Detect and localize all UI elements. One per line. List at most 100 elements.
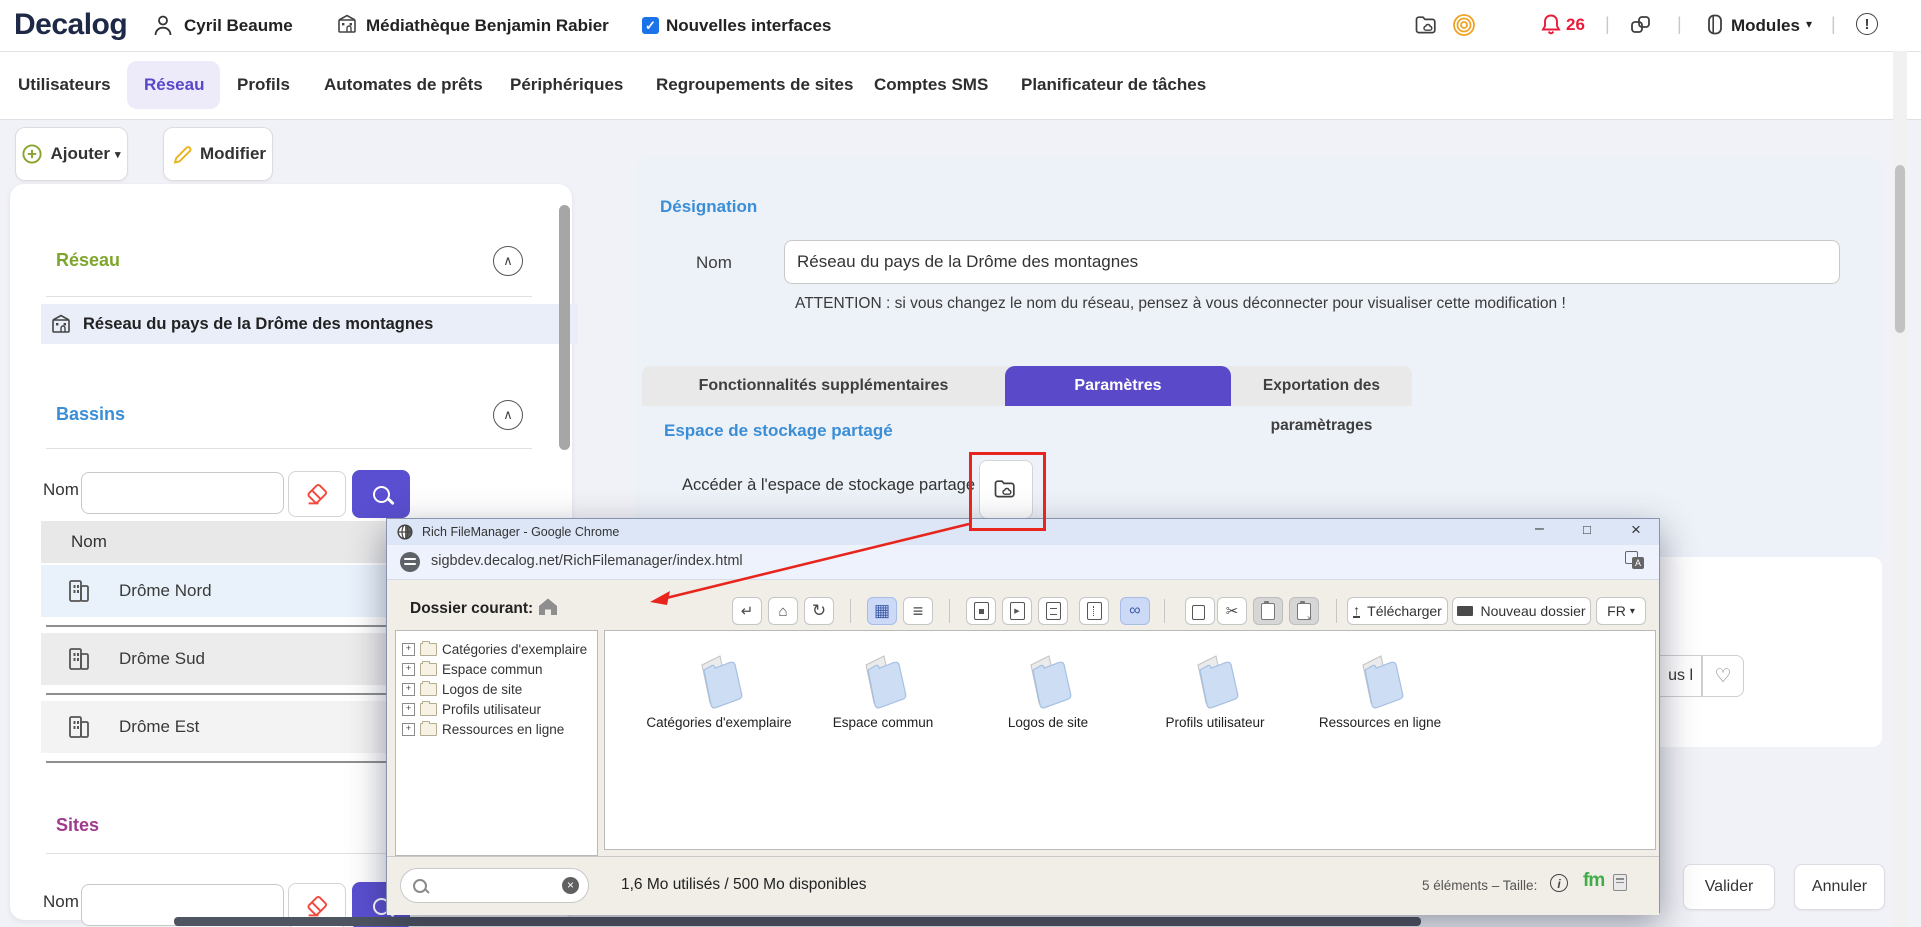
- new-folder-button[interactable]: Nouveau dossier: [1452, 597, 1591, 625]
- telecharger-button[interactable]: ↑ Télécharger: [1347, 597, 1448, 625]
- expand-icon[interactable]: +: [402, 723, 415, 736]
- validate-button[interactable]: Valider: [1683, 864, 1775, 910]
- cut-button[interactable]: ✂: [1217, 597, 1247, 625]
- minimize-button[interactable]: –: [1535, 520, 1544, 538]
- network-selected-item[interactable]: Réseau du pays de la Drôme des montagnes: [41, 304, 578, 344]
- window-title: Rich FileManager - Google Chrome: [422, 525, 619, 539]
- filemanager-search-input[interactable]: ×: [400, 868, 589, 903]
- clipboard-icon: [1261, 603, 1275, 620]
- new-interfaces-checkbox[interactable]: ✓: [642, 17, 659, 34]
- beacon-icon[interactable]: [1453, 14, 1475, 36]
- clear-clipboard-button[interactable]: ×: [1289, 597, 1319, 625]
- expand-icon[interactable]: +: [402, 703, 415, 716]
- grid-view-button[interactable]: ▦: [867, 597, 897, 625]
- shared-storage-icon[interactable]: [1414, 13, 1438, 37]
- enter-button[interactable]: ↵: [732, 597, 762, 625]
- tree-item-label: Profils utilisateur: [442, 702, 541, 717]
- main-nav: Utilisateurs Réseau Profils Automates de…: [0, 51, 1921, 120]
- refresh-button[interactable]: ↻: [804, 597, 834, 625]
- network-collapse-button[interactable]: ∧: [493, 246, 523, 276]
- translate-icon[interactable]: A: [1625, 551, 1645, 571]
- infinity-icon: ∞: [1129, 602, 1140, 620]
- nav-regroupements[interactable]: Regroupements de sites: [656, 51, 853, 119]
- scissors-icon: ✂: [1226, 602, 1239, 620]
- add-button-label: Ajouter: [50, 144, 110, 164]
- tree-item[interactable]: + Profils utilisateur: [396, 699, 597, 719]
- designation-name-input[interactable]: [784, 240, 1840, 284]
- nav-peripheriques[interactable]: Périphériques: [510, 51, 623, 119]
- nav-profils[interactable]: Profils: [237, 51, 290, 119]
- sites-section-title: Sites: [56, 815, 99, 836]
- bassins-clear-search-button[interactable]: [288, 471, 346, 517]
- notification-count-badge[interactable]: 26: [1566, 15, 1585, 35]
- paste-button[interactable]: [1253, 597, 1283, 625]
- nav-automates[interactable]: Automates de prêts: [324, 51, 483, 119]
- horizontal-scrollbar-thumb[interactable]: [174, 917, 1421, 926]
- add-button[interactable]: Ajouter ▾: [15, 127, 128, 181]
- maximize-button[interactable]: □: [1583, 522, 1591, 537]
- list-view-button[interactable]: ≡: [903, 597, 933, 625]
- expand-icon[interactable]: +: [402, 643, 415, 656]
- tree-item[interactable]: + Ressources en ligne: [396, 719, 597, 739]
- clear-search-icon[interactable]: ×: [562, 877, 579, 894]
- tree-item-label: Logos de site: [442, 682, 522, 697]
- library-name[interactable]: Médiathèque Benjamin Rabier: [366, 16, 609, 36]
- home-button[interactable]: ⌂: [768, 597, 798, 625]
- modify-button[interactable]: Modifier: [163, 127, 273, 181]
- language-select[interactable]: FR ▾: [1596, 597, 1646, 625]
- about-alert-icon[interactable]: !: [1856, 13, 1878, 35]
- close-button[interactable]: ×: [1631, 520, 1641, 540]
- sidebar-scrollbar[interactable]: [559, 205, 570, 450]
- expand-icon[interactable]: +: [402, 663, 415, 676]
- fm-logo: fm: [1583, 870, 1604, 892]
- tree-item-label: Espace commun: [442, 662, 543, 677]
- page-scrollbar-track[interactable]: [1893, 51, 1907, 927]
- bassins-collapse-button[interactable]: ∧: [493, 400, 523, 430]
- bassins-search-input[interactable]: [81, 472, 284, 514]
- folder-tile[interactable]: Ressources en ligne: [1300, 653, 1460, 730]
- tab-fonctionnalites[interactable]: Fonctionnalités supplémentaires: [642, 366, 1005, 406]
- info-icon[interactable]: i: [1550, 874, 1568, 892]
- tab-exportation[interactable]: Exportation des paramètrages: [1231, 366, 1412, 406]
- folder-tile[interactable]: Espace commun: [803, 653, 963, 730]
- home-icon: ⌂: [778, 603, 787, 620]
- site-settings-icon[interactable]: [400, 552, 420, 572]
- link-icon[interactable]: [1630, 14, 1651, 35]
- tree-item[interactable]: + Catégories d'exemplaire: [396, 639, 597, 659]
- copy-button[interactable]: [1185, 597, 1215, 625]
- clipboard-cancel-icon: ×: [1297, 603, 1311, 620]
- eraser-icon: [305, 482, 329, 506]
- cancel-button[interactable]: Annuler: [1794, 864, 1885, 910]
- folder-icon: [420, 663, 437, 676]
- modules-icon[interactable]: [1705, 13, 1725, 36]
- app-header: Decalog Cyril Beaume Médiathèque Benjami…: [0, 0, 1921, 52]
- folder-tile[interactable]: Profils utilisateur: [1135, 653, 1295, 730]
- tree-item[interactable]: + Logos de site: [396, 679, 597, 699]
- nav-utilisateurs[interactable]: Utilisateurs: [18, 51, 111, 119]
- filter-archives-button[interactable]: [1079, 597, 1109, 625]
- grid-view-icon: ▦: [874, 601, 890, 621]
- fm-doc-icon: [1613, 874, 1627, 891]
- tree-item[interactable]: + Espace commun: [396, 659, 597, 679]
- favorite-heart-button[interactable]: ♡: [1702, 655, 1744, 697]
- nav-reseau[interactable]: Réseau: [144, 51, 204, 119]
- filter-all-button[interactable]: ∞: [1120, 597, 1150, 625]
- page-scrollbar-thumb[interactable]: [1895, 165, 1905, 333]
- folder-tile[interactable]: Logos de site: [968, 653, 1128, 730]
- url-text[interactable]: sigbdev.decalog.net/RichFilemanager/inde…: [431, 553, 743, 569]
- notifications-bell-icon[interactable]: [1540, 13, 1562, 35]
- nav-planificateur[interactable]: Planificateur de tâches: [1021, 51, 1206, 119]
- filter-images-button[interactable]: [966, 597, 996, 625]
- modules-menu[interactable]: Modules: [1731, 16, 1800, 36]
- bassins-search-button[interactable]: [352, 470, 410, 518]
- filter-videos-button[interactable]: ▶: [1002, 597, 1032, 625]
- expand-icon[interactable]: +: [402, 683, 415, 696]
- filter-documents-button[interactable]: [1038, 597, 1068, 625]
- language-value: FR: [1607, 603, 1626, 619]
- tab-parametres[interactable]: Paramètres: [1005, 366, 1231, 406]
- folder-tile[interactable]: Catégories d'exemplaire: [639, 653, 799, 730]
- nav-comptes-sms[interactable]: Comptes SMS: [874, 51, 988, 119]
- user-name[interactable]: Cyril Beaume: [184, 16, 293, 36]
- home-folder-icon[interactable]: [537, 596, 559, 616]
- tree-item-label: Ressources en ligne: [442, 722, 564, 737]
